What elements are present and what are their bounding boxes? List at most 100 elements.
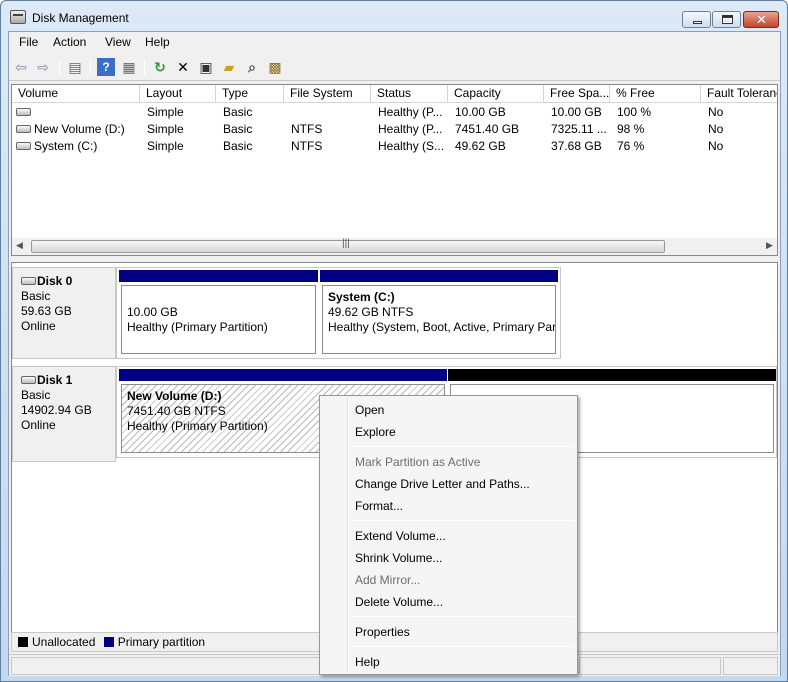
scroll-left-icon[interactable]: ◀	[16, 240, 23, 251]
disk-icon	[21, 276, 36, 285]
cell-percent-free: 98 %	[617, 122, 645, 136]
menu-item-format[interactable]: Format...	[355, 496, 403, 516]
column-status[interactable]: Status	[371, 85, 448, 103]
cell-layout: Simple	[147, 139, 184, 153]
menu-item-change-drive-letter[interactable]: Change Drive Letter and Paths...	[355, 474, 530, 494]
cell-fault-tolerance: No	[708, 122, 724, 136]
back-icon[interactable]: ⇦	[12, 58, 30, 76]
partition-size: 49.62 GB NTFS	[328, 305, 414, 319]
menu-separator	[349, 616, 575, 617]
menu-item-properties[interactable]: Properties	[355, 622, 410, 642]
settings-icon[interactable]: ▩	[266, 58, 284, 76]
column-percent-free[interactable]: % Free	[610, 85, 701, 103]
partition-body: 10.00 GB Healthy (Primary Partition)	[121, 285, 316, 354]
open-folder-icon[interactable]: ▰	[220, 58, 238, 76]
context-menu: Open Explore Mark Partition as Active Ch…	[319, 395, 578, 675]
toolbar-separator	[144, 59, 145, 75]
menu-item-open[interactable]: Open	[355, 400, 384, 420]
menu-item-explore[interactable]: Explore	[355, 422, 396, 442]
refresh-icon[interactable]: ↻	[151, 58, 169, 76]
table-row[interactable]: Simple Basic Healthy (P... 10.00 GB 10.0…	[12, 104, 777, 121]
forward-icon[interactable]: ⇨	[34, 58, 52, 76]
disk-status: Online	[21, 418, 56, 432]
primary-partition-bar	[320, 270, 558, 282]
horizontal-scrollbar[interactable]: ◀ ||| ▶	[12, 238, 777, 255]
cell-type: Basic	[223, 105, 253, 119]
partition-title: System (C:)	[328, 290, 395, 304]
column-fault-tolerance[interactable]: Fault Toleranc	[701, 85, 777, 103]
partition-title	[127, 290, 315, 305]
menu-item-delete-volume[interactable]: Delete Volume...	[355, 592, 443, 612]
menu-file[interactable]: File	[19, 35, 38, 49]
properties-icon[interactable]: ▣	[197, 58, 215, 76]
close-icon: ✕	[756, 12, 767, 27]
menu-separator	[349, 520, 575, 521]
disk-name: Disk 1	[37, 373, 73, 387]
help-icon[interactable]: ?	[97, 58, 115, 76]
disk-management-app-icon	[10, 10, 26, 24]
grip-icon: |||	[342, 238, 350, 249]
partition-system-c[interactable]: System (C:) 49.62 GB NTFS Healthy (Syste…	[320, 270, 558, 356]
menu-bar: File Action View Help	[9, 32, 780, 53]
action-pane-icon[interactable]: ▦	[120, 58, 138, 76]
delete-icon[interactable]: ✕	[174, 58, 192, 76]
menu-view[interactable]: View	[105, 35, 131, 49]
unallocated-swatch	[18, 636, 28, 647]
title-bar[interactable]: Disk Management ✕	[1, 1, 787, 31]
maximize-button[interactable]	[712, 11, 741, 28]
drive-icon	[16, 107, 31, 116]
partition-body: System (C:) 49.62 GB NTFS Healthy (Syste…	[322, 285, 556, 354]
menu-action[interactable]: Action	[53, 35, 86, 49]
column-layout[interactable]: Layout	[140, 85, 216, 103]
close-button[interactable]: ✕	[743, 11, 779, 28]
menu-item-help[interactable]: Help	[355, 652, 380, 672]
menu-item-add-mirror: Add Mirror...	[355, 573, 421, 587]
scrollbar-thumb[interactable]: |||	[31, 238, 665, 253]
column-capacity[interactable]: Capacity	[448, 85, 544, 103]
primary-partition-bar	[119, 270, 318, 282]
table-row[interactable]: System (C:) Simple Basic NTFS Healthy (S…	[12, 138, 777, 155]
column-free-space[interactable]: Free Spa...	[544, 85, 610, 103]
column-volume[interactable]: Volume	[12, 85, 140, 103]
toolbar-separator	[59, 59, 60, 75]
disk-icon	[21, 375, 36, 384]
cell-fault-tolerance: No	[708, 105, 724, 119]
unallocated-bar	[448, 369, 776, 381]
status-segment	[579, 657, 721, 675]
search-icon[interactable]: ⌕	[243, 58, 261, 76]
window-title: Disk Management	[32, 11, 129, 25]
disk-type: Basic	[21, 388, 51, 402]
column-type[interactable]: Type	[216, 85, 284, 103]
disk-size: 14902.94 GB	[21, 403, 92, 417]
menu-item-shrink-volume[interactable]: Shrink Volume...	[355, 548, 442, 568]
volume-name: New Volume (D:)	[34, 122, 125, 136]
primary-partition-bar	[119, 369, 447, 381]
maximize-icon	[722, 15, 733, 24]
menu-separator	[349, 446, 575, 447]
cell-status: Healthy (S...	[378, 139, 445, 153]
cell-capacity: 49.62 GB	[455, 139, 506, 153]
disk-0-partitions: 10.00 GB Healthy (Primary Partition) Sys…	[116, 267, 561, 359]
cell-capacity: 7451.40 GB	[455, 122, 520, 136]
disk-1-label[interactable]: Disk 1 Basic 14902.94 GB Online	[12, 366, 116, 462]
cell-volume	[12, 104, 140, 121]
cell-layout: Simple	[147, 105, 184, 119]
table-row[interactable]: New Volume (D:) Simple Basic NTFS Health…	[12, 121, 777, 138]
menu-item-extend-volume[interactable]: Extend Volume...	[355, 526, 446, 546]
menu-help[interactable]: Help	[145, 35, 170, 49]
toolbar-separator	[90, 59, 91, 75]
partition-size: 10.00 GB	[127, 305, 178, 319]
drive-icon	[16, 141, 31, 150]
cell-layout: Simple	[147, 122, 184, 136]
minimize-button[interactable]	[682, 11, 711, 28]
column-file-system[interactable]: File System	[284, 85, 371, 103]
console-tree-icon[interactable]: ▤	[66, 58, 84, 76]
disk-type: Basic	[21, 289, 51, 303]
status-segment	[723, 657, 778, 675]
cell-file-system	[287, 104, 371, 121]
cell-free-space: 7325.11 ...	[551, 122, 607, 136]
minimize-icon	[693, 21, 702, 24]
partition-unlabeled[interactable]: 10.00 GB Healthy (Primary Partition)	[119, 270, 318, 356]
disk-0-label[interactable]: Disk 0 Basic 59.63 GB Online	[12, 267, 116, 359]
scroll-right-icon[interactable]: ▶	[766, 240, 773, 251]
